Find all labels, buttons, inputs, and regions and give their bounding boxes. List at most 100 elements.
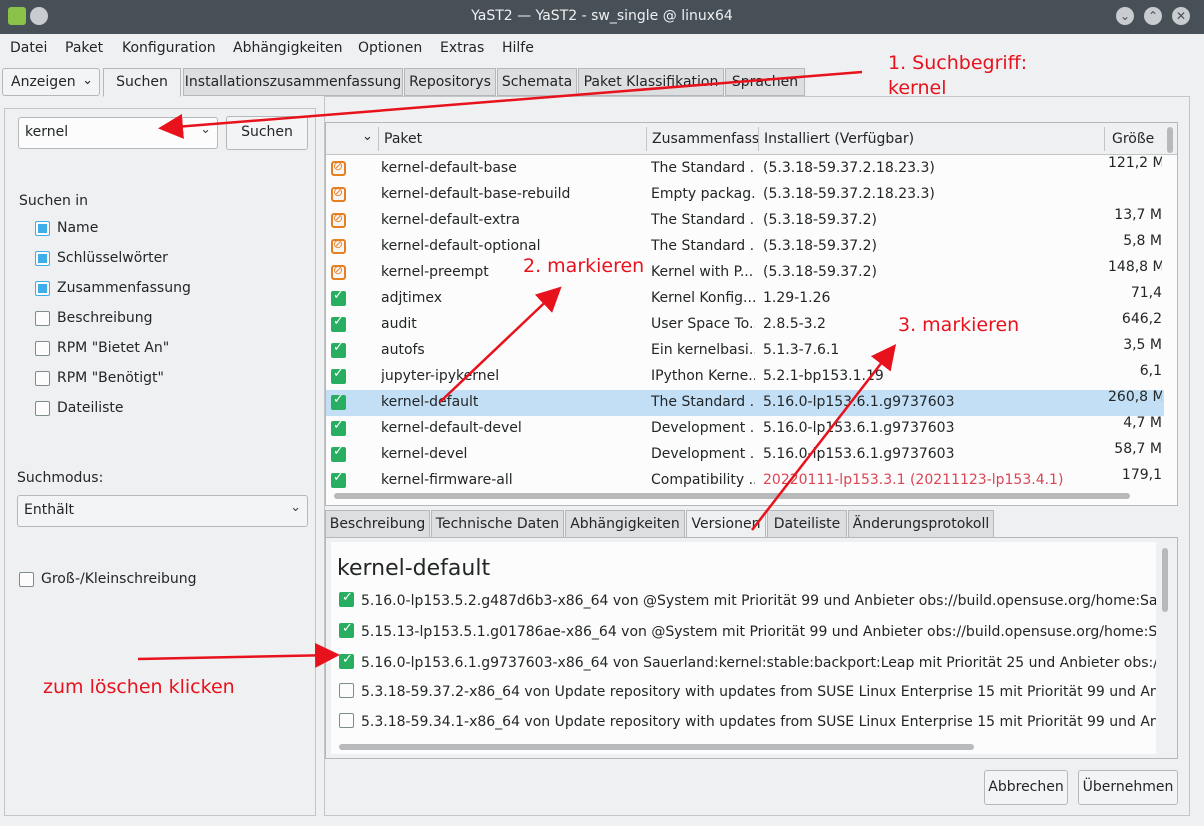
- close-icon[interactable]: ✕: [1172, 7, 1190, 25]
- tab-repositorys[interactable]: Repositorys: [404, 68, 496, 96]
- table-row[interactable]: kernel-devel Development ... 5.16.0-lp153.…: [326, 441, 1164, 468]
- checkbox-case-sensitive[interactable]: [19, 572, 34, 587]
- version-row[interactable]: 5.3.18-59.37.2-x86_64 von Update reposit…: [339, 683, 1156, 700]
- taboo-status-icon[interactable]: [331, 159, 346, 176]
- cell-package-name: kernel-default-extra: [381, 212, 520, 228]
- search-mode-select[interactable]: Enthält ⌄: [17, 495, 308, 527]
- chevron-down-icon[interactable]: ⌄: [362, 129, 373, 144]
- table-row[interactable]: autofs Ein kernelbasi... 5.1.3-7.6.1 3,5 M: [326, 337, 1164, 364]
- cell-summary: Development ...: [651, 420, 755, 436]
- cell-summary: The Standard ...: [651, 160, 755, 176]
- checkbox-description[interactable]: [35, 311, 50, 326]
- taboo-status-icon[interactable]: [331, 263, 346, 280]
- version-checkbox[interactable]: [339, 590, 354, 607]
- version-checkbox[interactable]: [339, 652, 354, 669]
- table-row[interactable]: kernel-default-devel Development ... 5.16.…: [326, 415, 1164, 442]
- checkbox-keywords[interactable]: [35, 251, 50, 266]
- cell-package-name: kernel-firmware-all: [381, 472, 513, 488]
- menu-konfiguration[interactable]: Konfiguration: [122, 40, 216, 56]
- versions-pane: kernel-default 5.16.0-lp153.5.2.g487d6b3…: [325, 537, 1178, 759]
- option-rpm-requires-label: RPM "Benötigt": [57, 370, 164, 386]
- version-row[interactable]: 5.16.0-lp153.6.1.g9737603-x86_64 von Sau…: [339, 652, 1156, 671]
- versions-vertical-scrollbar[interactable]: [1162, 548, 1168, 612]
- checkbox-name[interactable]: [35, 221, 50, 236]
- version-row[interactable]: 5.15.13-lp153.5.1.g01786ae-x86_64 von @S…: [339, 621, 1156, 640]
- taboo-status-icon[interactable]: [331, 237, 346, 254]
- table-row[interactable]: kernel-default The Standard ... 5.16.0-lp1…: [326, 389, 1164, 416]
- installed-status-icon[interactable]: [331, 444, 346, 462]
- installed-status-icon[interactable]: [331, 392, 346, 410]
- checkbox-rpm-requires[interactable]: [35, 371, 50, 386]
- taboo-status-icon[interactable]: [331, 211, 346, 228]
- table-row[interactable]: auditUser Space To...2.8.5-3.2646,2: [326, 311, 1164, 338]
- version-checkbox[interactable]: [339, 683, 354, 698]
- search-panel: [4, 108, 316, 816]
- installed-status-icon[interactable]: [331, 314, 346, 332]
- option-name-label: Name: [57, 220, 99, 236]
- cell-summary: The Standard ...: [651, 394, 755, 410]
- tab-abhaengigkeiten[interactable]: Abhängigkeiten: [565, 510, 685, 538]
- view-combo[interactable]: Anzeigen ⌄: [2, 68, 100, 96]
- version-row[interactable]: 5.3.18-59.34.1-x86_64 von Update reposit…: [339, 713, 1156, 730]
- version-checkbox[interactable]: [339, 621, 354, 638]
- installed-status-icon[interactable]: [331, 366, 346, 384]
- table-horizontal-scrollbar[interactable]: [334, 493, 1130, 499]
- tab-versionen[interactable]: Versionen: [686, 510, 766, 539]
- table-row[interactable]: kernel-default-base The Standard ... (5.3.…: [326, 155, 1164, 182]
- table-vertical-scrollbar[interactable]: [1167, 127, 1173, 153]
- menu-datei[interactable]: Datei: [10, 40, 47, 56]
- tab-schemata[interactable]: Schemata: [497, 68, 577, 96]
- column-package[interactable]: Paket: [384, 131, 422, 147]
- tab-sprachen[interactable]: Sprachen: [725, 68, 805, 96]
- tab-aenderungsprotokoll[interactable]: Änderungsprotokoll: [848, 510, 994, 538]
- checkbox-rpm-provides[interactable]: [35, 341, 50, 356]
- checkbox-summary[interactable]: [35, 281, 50, 296]
- tab-paket-klassifikation[interactable]: Paket Klassifikation: [578, 68, 724, 96]
- table-row[interactable]: jupyter-ipykernel IPython Kerne... 5.2.1-b…: [326, 363, 1164, 390]
- tab-dateiliste[interactable]: Dateiliste: [767, 510, 847, 538]
- cell-package-name: kernel-default-base-rebuild: [381, 186, 571, 202]
- search-input[interactable]: kernel ⌄: [18, 117, 218, 149]
- cell-summary: Ein kernelbasi...: [651, 342, 755, 358]
- installed-status-icon[interactable]: [331, 418, 346, 436]
- version-checkbox[interactable]: [339, 713, 354, 728]
- table-row[interactable]: kernel-default-optional The Standard ... (…: [326, 233, 1164, 260]
- table-row[interactable]: kernel-default-extra The Standard ... (5.3…: [326, 207, 1164, 234]
- tab-suchen[interactable]: Suchen: [103, 68, 181, 97]
- cell-summary: Kernel Konfig...: [651, 290, 755, 306]
- menu-extras[interactable]: Extras: [440, 40, 484, 56]
- checkbox-file-list[interactable]: [35, 401, 50, 416]
- column-size[interactable]: Größe: [1112, 131, 1154, 147]
- menu-abhaengigkeiten[interactable]: Abhängigkeiten: [233, 40, 343, 56]
- accept-button[interactable]: Übernehmen: [1078, 770, 1178, 805]
- maximize-icon[interactable]: ⌃: [1144, 7, 1162, 25]
- tab-technische-daten[interactable]: Technische Daten: [431, 510, 564, 538]
- minimize-icon[interactable]: ⌄: [1116, 7, 1134, 25]
- column-installed[interactable]: Installiert (Verfügbar): [764, 131, 914, 147]
- table-row[interactable]: kernel-default-base-rebuild Empty packag.…: [326, 182, 1164, 208]
- tab-beschreibung[interactable]: Beschreibung: [325, 510, 430, 538]
- version-row[interactable]: 5.16.0-lp153.5.2.g487d6b3-x86_64 von @Sy…: [339, 590, 1156, 609]
- cell-size: 13,7 M: [1114, 207, 1162, 223]
- table-row[interactable]: kernel-preemptKernel with P...(5.3.18-59…: [326, 259, 1164, 286]
- title-bar: YaST2 — YaST2 - sw_single @ linux64 ⌄ ⌃ …: [0, 0, 1204, 34]
- tab-installationszusammenfassung[interactable]: Installationszusammenfassung: [183, 68, 403, 96]
- table-row[interactable]: kernel-firmware-all Compatibility ... 2022…: [326, 467, 1164, 494]
- installed-status-icon[interactable]: [331, 470, 346, 488]
- table-row[interactable]: adjtimex Kernel Konfig... 1.29-1.26 71,4: [326, 285, 1164, 312]
- chevron-down-icon[interactable]: ⌄: [200, 122, 211, 137]
- menu-paket[interactable]: Paket: [65, 40, 103, 56]
- menu-optionen[interactable]: Optionen: [358, 40, 422, 56]
- package-table[interactable]: ⌄ Paket Zusammenfass Installiert (Verfüg…: [325, 122, 1178, 506]
- annotation-step2: 2. markieren: [523, 255, 645, 277]
- cancel-button[interactable]: Abbrechen: [984, 770, 1068, 805]
- versions-horizontal-scrollbar[interactable]: [339, 744, 974, 750]
- search-button[interactable]: Suchen: [226, 116, 308, 150]
- taboo-status-icon[interactable]: [331, 185, 346, 202]
- installed-status-icon[interactable]: [331, 340, 346, 358]
- menu-hilfe[interactable]: Hilfe: [502, 40, 534, 56]
- installed-status-icon[interactable]: [331, 288, 346, 306]
- cell-version: 5.2.1-bp153.1.19: [763, 368, 884, 384]
- column-summary[interactable]: Zusammenfass: [652, 131, 759, 147]
- cell-version: (5.3.18-59.37.2): [763, 264, 877, 280]
